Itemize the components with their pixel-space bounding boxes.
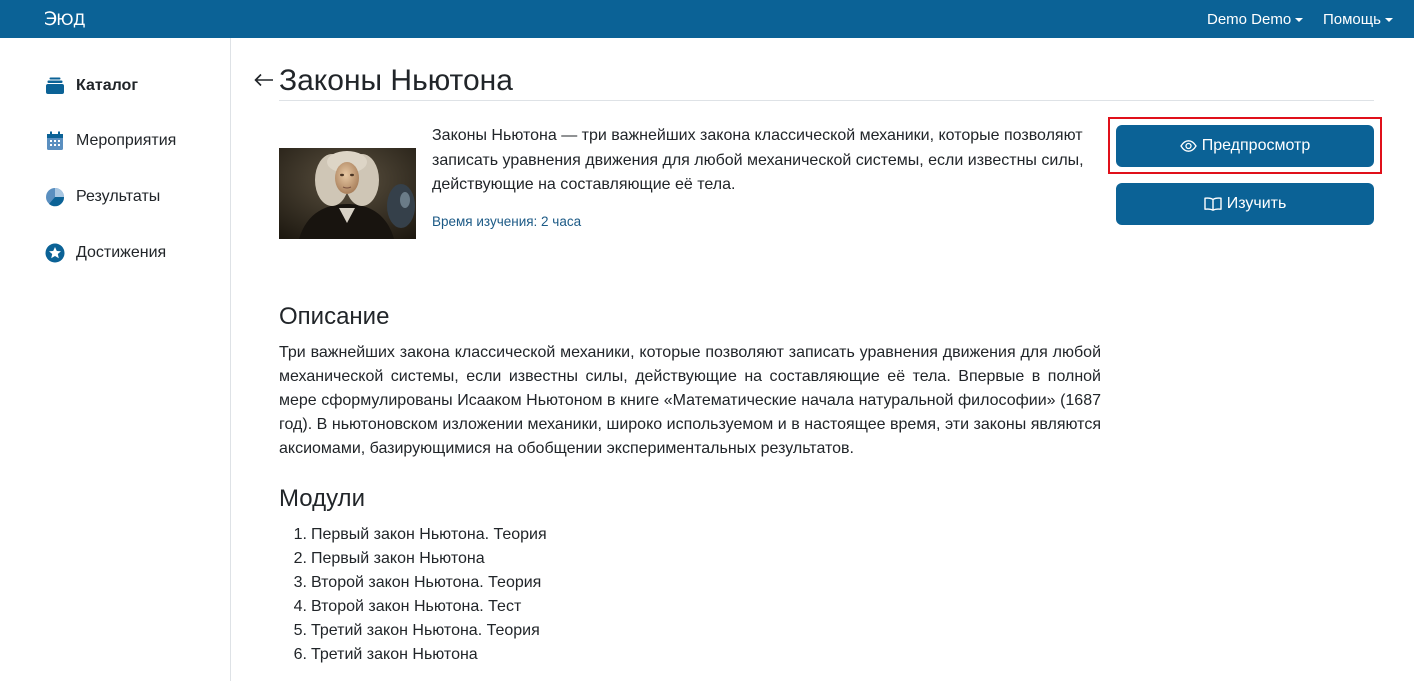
course-summary: Законы Ньютона — три важнейших закона кл… [432,127,1084,193]
user-menu-label: Demo Demo [1207,10,1292,28]
caret-down-icon [1384,17,1393,22]
module-number: 4. [293,598,307,615]
study-time: Время изучения: 2 часа [432,214,582,229]
back-button[interactable] [254,66,274,94]
app-logo[interactable]: Э ЮД [44,7,86,31]
sidebar-item-label: Результаты [76,188,161,205]
module-title: Третий закон Ньютона [311,646,478,663]
catalog-icon [45,76,65,96]
arrow-left-icon [254,73,273,87]
sidebar-item-label: Мероприятия [76,132,177,149]
title-divider [279,100,1374,101]
modules-list: 1. Первый закон Ньютона. Теория 2. Первый … [279,523,547,667]
eye-icon [1179,140,1197,152]
module-number: 6. [293,646,307,663]
calendar-icon [45,131,65,151]
book-open-icon [1204,197,1222,211]
preview-button-label: Предпросмотр [1201,137,1311,154]
sidebar-item-label: Достижения [76,244,167,261]
logo-mark: Э [44,8,57,30]
pie-chart-icon [45,187,65,207]
module-number: 1. [293,526,307,543]
module-title: Второй закон Ньютона. Тест [311,598,522,615]
top-navbar: Э ЮД Demo Demo Помощь [0,0,1414,38]
study-button[interactable]: Изучить [1116,183,1374,225]
sidebar-item-catalog[interactable]: Каталог [45,74,138,98]
module-title: Третий закон Ньютона. Теория [311,622,540,639]
list-item: 2. Первый закон Ньютона [279,547,547,571]
study-button-label: Изучить [1226,195,1287,212]
user-menu[interactable]: Demo Demo [1207,0,1304,38]
page-title: Законы Ньютона [279,64,513,97]
module-number: 5. [293,622,307,639]
module-title: Второй закон Ньютона. Теория [311,574,542,591]
sidebar-item-events[interactable]: Мероприятия [45,129,176,153]
course-image [279,148,416,239]
module-number: 2. [293,550,307,567]
list-item: 6. Третий закон Ньютона [279,643,547,667]
list-item: 3. Второй закон Ньютона. Теория [279,571,547,595]
sidebar-item-label: Каталог [76,77,138,94]
list-item: 5. Третий закон Ньютона. Теория [279,619,547,643]
sidebar-item-results[interactable]: Результаты [45,185,160,209]
modules-heading: Модули [279,485,365,512]
module-title: Первый закон Ньютона [311,550,485,567]
help-menu[interactable]: Помощь [1323,0,1393,38]
list-item: 1. Первый закон Ньютона. Теория [279,523,547,547]
newton-portrait-image [279,148,416,239]
module-number: 3. [293,574,307,591]
module-title: Первый закон Ньютона. Теория [311,526,547,543]
help-menu-label: Помощь [1323,10,1381,28]
list-item: 4. Второй закон Ньютона. Тест [279,595,547,619]
sidebar: Каталог Мероприятия Результаты Достижени… [0,38,231,681]
star-icon [45,243,65,263]
caret-down-icon [1295,17,1304,22]
sidebar-item-achievements[interactable]: Достижения [45,241,166,265]
logo-text: ЮД [56,9,86,29]
description-heading: Описание [279,303,390,330]
course-description: Три важнейших закона классической механи… [279,344,1101,457]
preview-button[interactable]: Предпросмотр [1116,125,1374,167]
